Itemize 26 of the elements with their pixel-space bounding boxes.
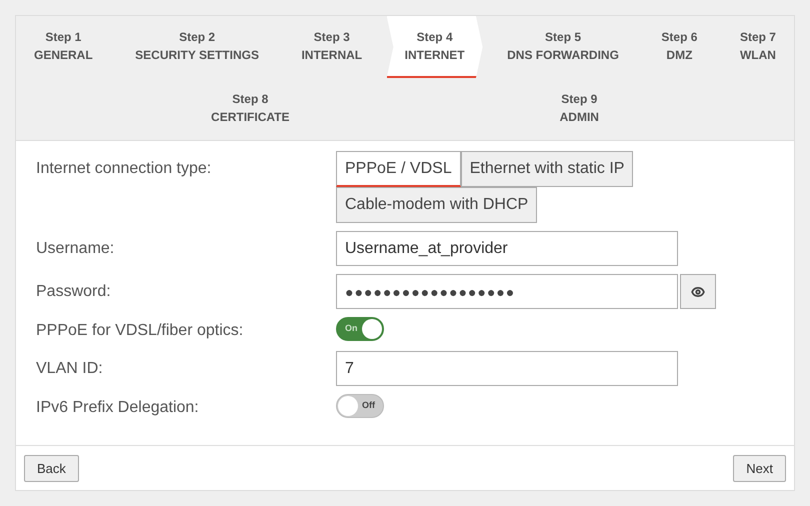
eye-icon (691, 284, 705, 298)
field-label: IPv6 Prefix Delegation: (36, 398, 200, 418)
field-label: Internet connection type: (36, 159, 212, 179)
step-tab[interactable]: Step 6 DMZ (643, 16, 716, 78)
step-tab[interactable]: Step 5 DNS FORWARDING (489, 16, 637, 78)
toggle-switch[interactable]: Off (336, 394, 384, 418)
step-tab[interactable]: Step 9 ADMIN (542, 78, 617, 138)
step-tab[interactable]: Step 2 SECURITY SETTINGS (117, 16, 277, 78)
step-tab[interactable]: Step 3 INTERNAL (283, 16, 380, 78)
field-label: VLAN ID: (36, 359, 104, 379)
step-tab[interactable]: Step 8 CERTIFICATE (193, 78, 308, 138)
back-button[interactable]: Back (24, 455, 79, 482)
field-label: Username: (36, 239, 116, 259)
connection-type-option[interactable]: Cable-modem with DHCP (336, 187, 538, 223)
next-button[interactable]: Next (733, 455, 786, 482)
password-field[interactable]: ●●●●●●●●●●●●●●●●●● (336, 274, 678, 309)
step-tab[interactable]: Step 7 WLAN (722, 16, 794, 78)
text-field[interactable]: 7 (336, 351, 678, 386)
field-label: PPPoE for VDSL/fiber optics: (36, 321, 244, 341)
step-tab[interactable]: Step 1 GENERAL (16, 16, 111, 78)
text-field[interactable]: Username_at_provider (336, 231, 678, 266)
show-password-button[interactable] (680, 274, 716, 309)
field-label: Password: (36, 282, 112, 302)
connection-type-option[interactable]: PPPoE / VDSL (336, 151, 461, 187)
connection-type-option[interactable]: Ethernet with static IP (460, 151, 634, 187)
step-tab[interactable]: Step 4 INTERNET (386, 16, 483, 78)
